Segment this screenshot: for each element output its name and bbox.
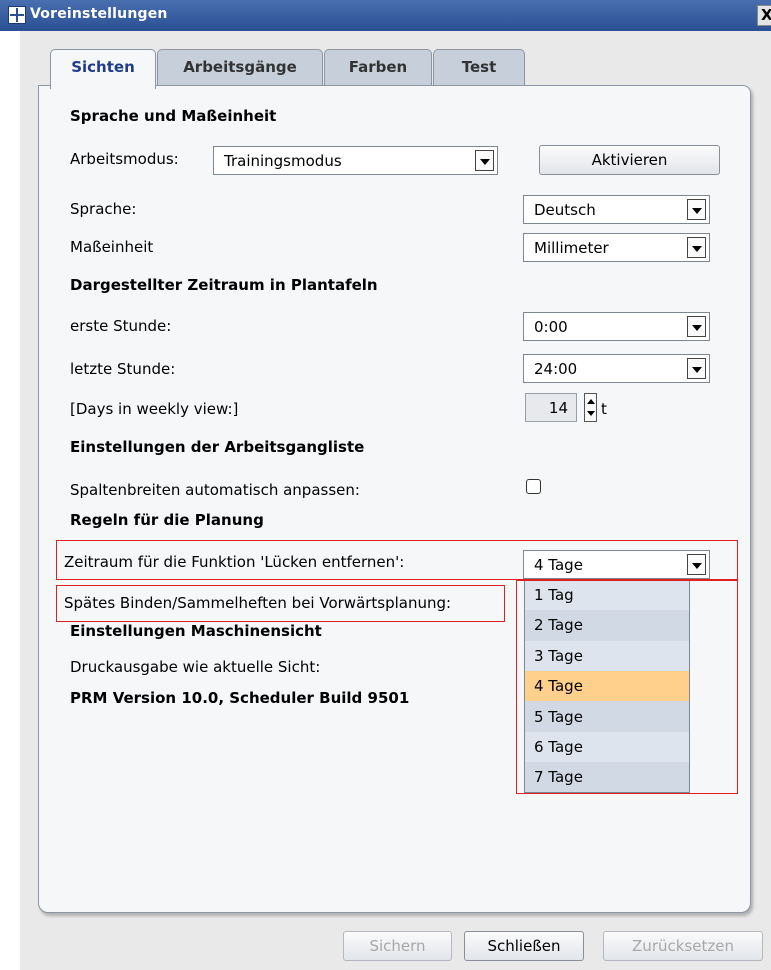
gap-period-select[interactable]: 4 Tage — [523, 550, 710, 579]
auto-columns-label: Spaltenbreiten automatisch anpassen: — [70, 481, 360, 499]
unit-value: Millimeter — [534, 239, 609, 257]
spinner-arrows-icon[interactable] — [584, 393, 597, 422]
dropdown-option[interactable]: 1 Tag — [525, 580, 689, 610]
first-hour-label: erste Stunde: — [70, 317, 172, 335]
late-binding-label: Spätes Binden/Sammelheften bei Vorwärtsp… — [64, 594, 452, 612]
tab-arbeitsgaenge[interactable]: Arbeitsgänge — [157, 49, 323, 86]
dropdown-option[interactable]: 3 Tage — [525, 641, 689, 671]
language-value: Deutsch — [534, 201, 596, 219]
language-label: Sprache: — [70, 200, 137, 218]
last-hour-select[interactable]: 24:00 — [523, 354, 710, 383]
days-value: 14 — [548, 399, 568, 417]
first-hour-value: 0:00 — [534, 318, 568, 336]
work-mode-label: Arbeitsmodus: — [70, 150, 179, 168]
days-label: [Days in weekly view:] — [70, 400, 239, 418]
print-output-label: Druckausgabe wie aktuelle Sicht: — [70, 658, 321, 676]
chevron-down-icon[interactable] — [687, 358, 706, 379]
dropdown-option[interactable]: 6 Tage — [525, 732, 689, 762]
window-title: Voreinstellungen — [30, 6, 168, 22]
app-icon — [8, 6, 26, 24]
chevron-down-icon[interactable] — [687, 237, 706, 258]
first-hour-select[interactable]: 0:00 — [523, 312, 710, 341]
unit-select[interactable]: Millimeter — [523, 233, 710, 262]
chevron-down-icon[interactable] — [687, 199, 706, 220]
days-unit-label: t — [601, 400, 607, 418]
section-timeframe: Dargestellter Zeitraum in Plantafeln — [70, 276, 384, 294]
section-language: Sprache und Maßeinheit — [70, 107, 283, 125]
close-window-button[interactable]: X — [757, 5, 771, 26]
auto-columns-checkbox[interactable] — [526, 479, 541, 494]
tab-test[interactable]: Test — [433, 49, 525, 86]
title-bar: Voreinstellungen — [0, 0, 771, 31]
days-spinner-field[interactable]: 14 — [525, 393, 577, 422]
section-operations-list: Einstellungen der Arbeitsgangliste — [70, 438, 371, 456]
language-select[interactable]: Deutsch — [523, 195, 710, 224]
last-hour-label: letzte Stunde: — [70, 360, 176, 378]
reset-button[interactable]: Zurücksetzen — [603, 931, 763, 961]
gap-period-value: 4 Tage — [534, 556, 583, 574]
chevron-down-icon[interactable] — [687, 316, 706, 337]
section-planning-rules: Regeln für die Planung — [70, 511, 270, 529]
version-info: PRM Version 10.0, Scheduler Build 9501 — [70, 689, 416, 707]
gap-period-dropdown-list: 1 Tag 2 Tage 3 Tage 4 Tage 5 Tage 6 Tage… — [524, 579, 690, 793]
dropdown-option[interactable]: 5 Tage — [525, 702, 689, 732]
tab-farben[interactable]: Farben — [324, 49, 432, 86]
dropdown-option[interactable]: 7 Tage — [525, 762, 689, 792]
work-mode-select[interactable]: Trainingsmodus — [213, 146, 498, 175]
close-button[interactable]: Schließen — [464, 931, 584, 961]
tab-sichten[interactable]: Sichten — [50, 49, 156, 89]
chevron-down-icon[interactable] — [475, 150, 494, 171]
activate-button[interactable]: Aktivieren — [539, 145, 720, 175]
section-machine-view: Einstellungen Maschinensicht — [70, 622, 328, 640]
save-button[interactable]: Sichern — [343, 931, 452, 961]
last-hour-value: 24:00 — [534, 360, 578, 378]
dropdown-option[interactable]: 2 Tage — [525, 610, 689, 640]
unit-label: Maßeinheit — [70, 238, 154, 256]
gap-period-label: Zeitraum für die Funktion 'Lücken entfer… — [64, 553, 405, 571]
dropdown-option-selected[interactable]: 4 Tage — [525, 671, 689, 701]
chevron-down-icon[interactable] — [687, 554, 706, 575]
work-mode-value: Trainingsmodus — [224, 152, 342, 170]
